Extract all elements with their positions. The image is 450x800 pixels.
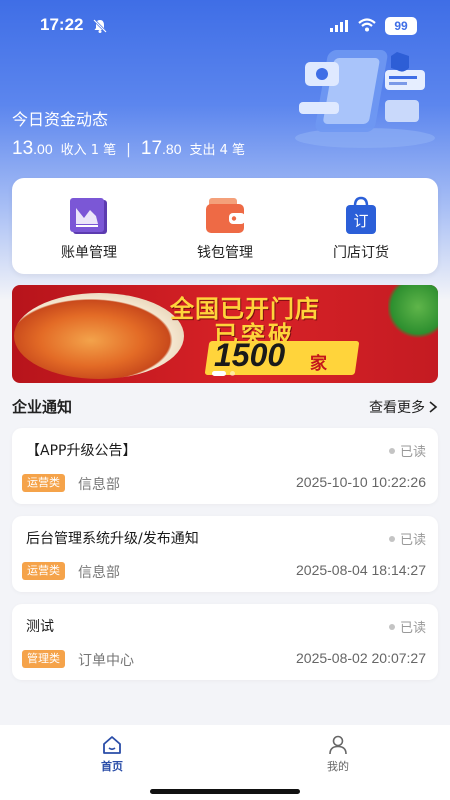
menu-store-order[interactable]: 订 门店订货 xyxy=(311,196,411,262)
expense-count: 支出 4 笔 xyxy=(189,143,246,158)
notice-read-status: 已读 xyxy=(388,529,426,548)
notice-category-tag: 运营类 xyxy=(22,474,65,492)
notice-time: 2025-10-10 10:22:26 xyxy=(296,474,426,490)
notice-department: 订单中心 xyxy=(78,653,134,669)
notice-read-label: 已读 xyxy=(399,621,426,636)
home-indicator xyxy=(150,789,300,794)
read-dot-icon xyxy=(388,623,395,630)
vegetable-image xyxy=(388,285,438,340)
notice-read-label: 已读 xyxy=(399,533,426,548)
notice-category-tag: 运营类 xyxy=(22,562,65,580)
banner-unit: 家 xyxy=(310,354,327,374)
promo-banner[interactable]: 全国已开门店 已突破 1500 家 xyxy=(12,285,438,383)
funds-separator: | xyxy=(126,142,131,158)
notice-category-tag: 管理类 xyxy=(22,650,65,668)
read-dot-icon xyxy=(388,535,395,542)
read-dot-icon xyxy=(388,447,395,454)
notice-department: 信息部 xyxy=(78,477,120,493)
notice-title: 后台管理系统升级/发布通知 xyxy=(26,531,199,547)
order-bag-icon: 订 xyxy=(346,196,376,234)
notice-time: 2025-08-02 20:07:27 xyxy=(296,650,426,666)
tab-home[interactable]: 首页 xyxy=(82,735,142,774)
menu-store-order-label: 门店订货 xyxy=(333,245,389,261)
banner-dot-active xyxy=(212,371,226,376)
income-amount: 13 xyxy=(12,138,34,159)
quick-menu: 账单管理 钱包管理 订 门店订货 xyxy=(12,178,438,274)
notice-title: 【APP升级公告】 xyxy=(26,443,137,459)
notice-department: 信息部 xyxy=(78,565,120,581)
chevron-right-icon xyxy=(429,401,438,413)
income-count: 收入 1 笔 xyxy=(60,143,117,158)
expense-amount: 17 xyxy=(140,138,163,159)
funds-summary: 13 .00 收入 1 笔 | 17 .80 支出 4 笔 xyxy=(12,138,245,160)
notice-item[interactable]: 测试 已读 管理类 订单中心 2025-08-02 20:07:27 xyxy=(12,604,438,680)
notice-read-status: 已读 xyxy=(388,441,426,460)
tab-mine[interactable]: 我的 xyxy=(308,735,368,774)
notice-read-label: 已读 xyxy=(399,445,426,460)
home-icon xyxy=(103,736,121,754)
profile-icon xyxy=(329,735,347,755)
bill-icon xyxy=(70,198,107,234)
noodle-bowl-image xyxy=(14,293,184,379)
bell-off-icon xyxy=(93,19,107,33)
menu-wallet-management[interactable]: 钱包管理 xyxy=(175,196,275,262)
funds-title: 今日资金动态 xyxy=(12,110,109,129)
banner-pagination xyxy=(212,371,235,376)
view-more-link[interactable]: 查看更多 xyxy=(369,397,438,417)
notice-read-status: 已读 xyxy=(388,617,426,636)
signal-icon xyxy=(330,20,348,32)
svg-text:订: 订 xyxy=(353,212,368,230)
menu-wallet-label: 钱包管理 xyxy=(197,245,253,261)
notices-title: 企业通知 xyxy=(12,398,73,416)
menu-bill-label: 账单管理 xyxy=(61,245,117,261)
view-more-label: 查看更多 xyxy=(369,400,425,416)
tab-home-label: 首页 xyxy=(101,760,123,773)
notice-title: 测试 xyxy=(26,619,54,635)
tab-mine-label: 我的 xyxy=(327,760,349,773)
menu-bill-management[interactable]: 账单管理 xyxy=(39,196,139,262)
wifi-icon xyxy=(358,18,376,32)
expense-amount-decimal: .80 xyxy=(162,141,182,157)
finance-illustration xyxy=(295,50,435,148)
banner-dot xyxy=(230,371,235,376)
notice-item[interactable]: 后台管理系统升级/发布通知 已读 运营类 信息部 2025-08-04 18:1… xyxy=(12,516,438,592)
notices-header: 企业通知 查看更多 xyxy=(12,396,438,418)
income-amount-decimal: .00 xyxy=(33,141,53,157)
notice-item[interactable]: 【APP升级公告】 已读 运营类 信息部 2025-10-10 10:22:26 xyxy=(12,428,438,504)
banner-store-count: 1500 xyxy=(214,337,286,373)
notice-time: 2025-08-04 18:14:27 xyxy=(296,562,426,578)
wallet-icon xyxy=(206,198,245,233)
battery-indicator: 99 xyxy=(385,17,417,35)
status-time: 17:22 xyxy=(40,15,84,34)
